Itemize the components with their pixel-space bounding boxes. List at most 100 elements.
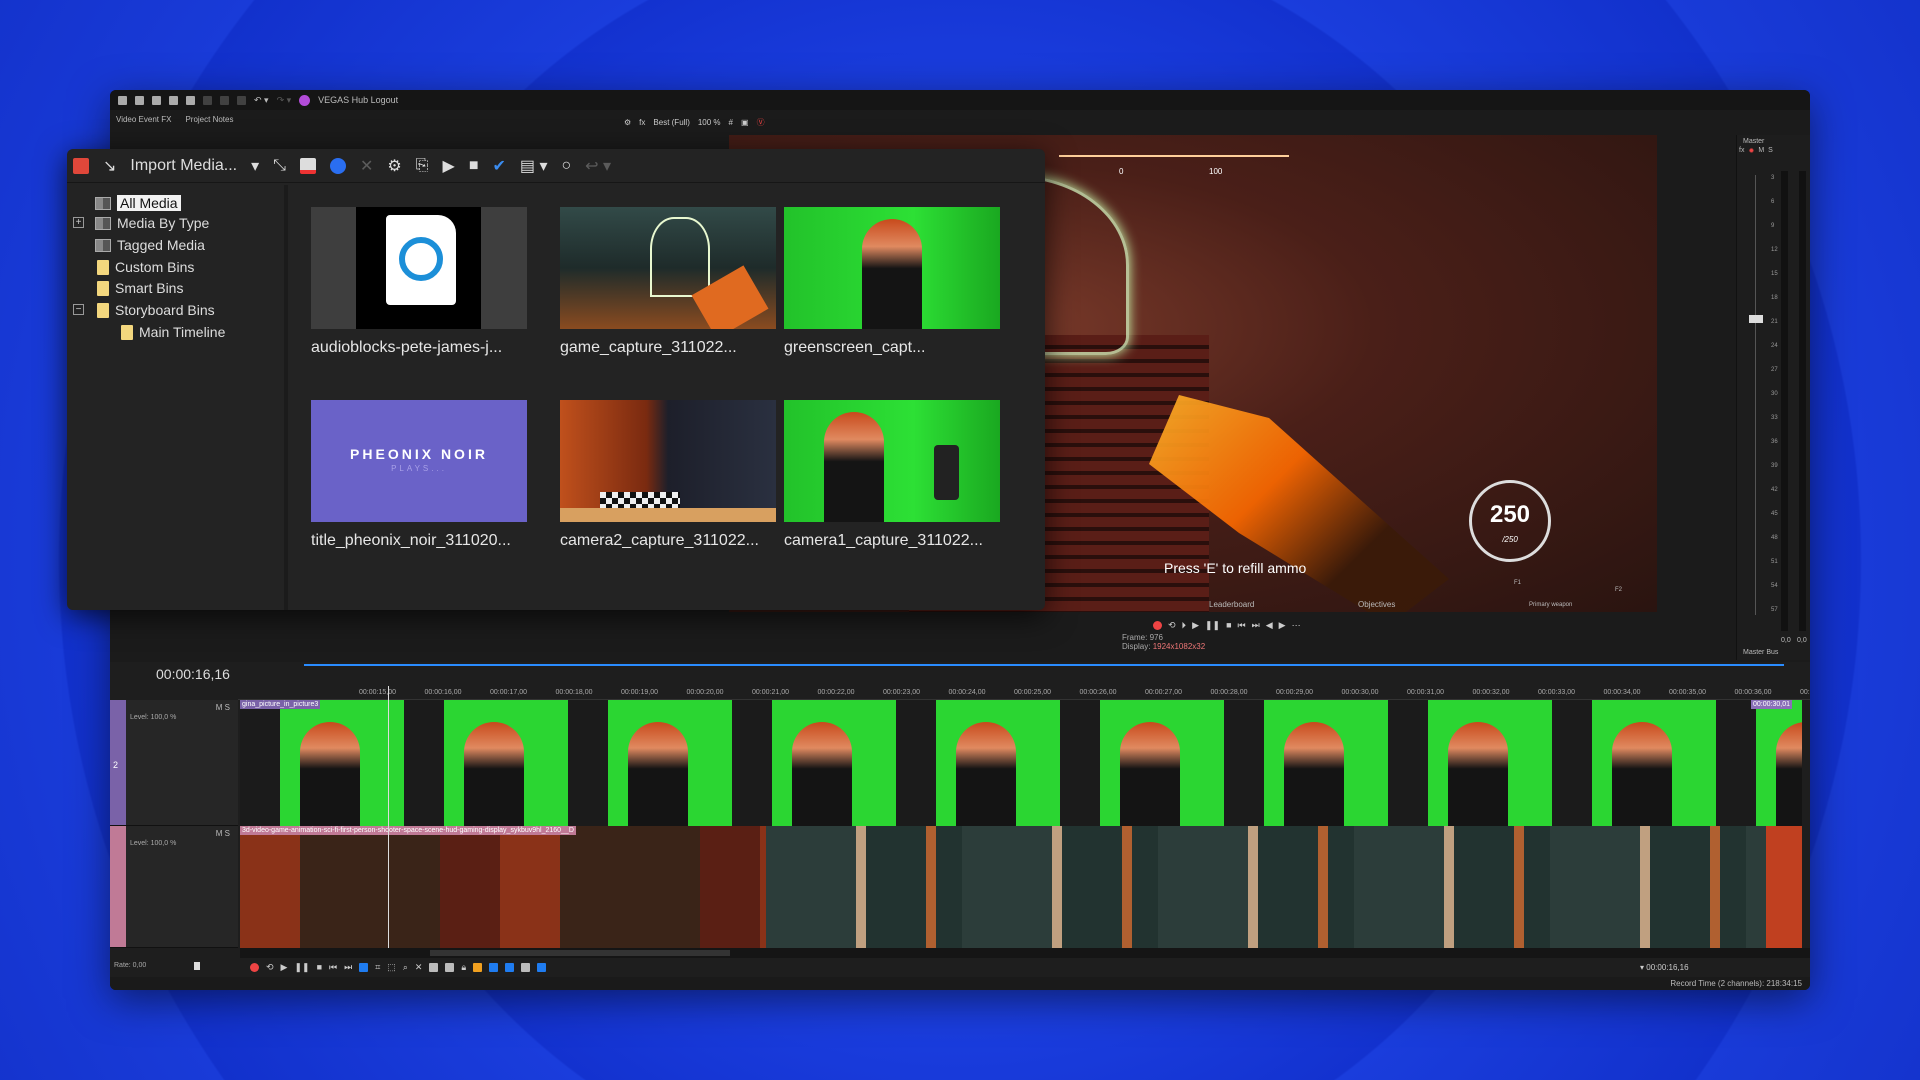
stop-icon[interactable]: ■ xyxy=(469,157,479,175)
go-start-icon[interactable]: ⏮ xyxy=(329,962,337,973)
gear-icon[interactable]: ⚙ xyxy=(387,156,401,176)
mute-button[interactable]: M xyxy=(1758,147,1764,155)
media-fx-icon[interactable]: ⎘ xyxy=(416,157,429,175)
media-thumb-title[interactable]: PHEONIX NOIR PLAYS... xyxy=(311,400,527,522)
envelope-tool-icon[interactable]: ⌗ xyxy=(375,962,380,973)
stop-icon[interactable]: ■ xyxy=(1226,620,1231,630)
solo-button[interactable]: S xyxy=(225,829,230,838)
tree-item-media-by-type[interactable]: Media By Type xyxy=(95,213,209,233)
group-icon[interactable] xyxy=(537,963,546,972)
loop-region[interactable] xyxy=(304,664,1784,666)
solo-button[interactable]: S xyxy=(225,703,230,712)
loop-icon[interactable]: ⟲ xyxy=(266,962,274,973)
tree-item-main-timeline[interactable]: Main Timeline xyxy=(121,322,225,342)
mute-solo[interactable]: M S xyxy=(216,703,230,712)
save-icon[interactable] xyxy=(152,96,161,105)
mute-button[interactable]: M xyxy=(216,703,223,712)
go-end-icon[interactable]: ⏭ xyxy=(1252,620,1260,631)
media-thumb-greenscreen[interactable] xyxy=(784,207,1000,329)
delete-icon[interactable]: ✕ xyxy=(415,962,423,973)
auto-preview-icon[interactable]: ✔ xyxy=(493,156,506,176)
tree-item-custom-bins[interactable]: Custom Bins xyxy=(97,257,194,277)
media-label[interactable]: camera2_capture_311022... xyxy=(560,532,759,550)
tree-item-tagged-media[interactable]: Tagged Media xyxy=(95,235,205,255)
timeline-ruler[interactable]: 00:00:15,0000:00:16,0000:00:17,0000:00:1… xyxy=(238,686,1810,700)
media-label[interactable]: greenscreen_capt... xyxy=(784,339,925,357)
normal-edit-tool-icon[interactable] xyxy=(359,963,368,972)
snap-icon[interactable] xyxy=(489,963,498,972)
pause-icon[interactable]: ❚❚ xyxy=(294,962,309,973)
snapshot-icon[interactable]: ▣ xyxy=(741,118,749,127)
mute-button[interactable]: M xyxy=(216,829,223,838)
import-icon[interactable]: ↘ xyxy=(103,156,116,176)
media-thumb-camera1[interactable] xyxy=(784,400,1000,522)
record-button[interactable] xyxy=(1153,621,1162,630)
play-icon[interactable]: ▶ xyxy=(281,962,288,973)
playhead[interactable] xyxy=(388,686,389,948)
redo-icon[interactable]: ↷ ▾ xyxy=(277,95,292,106)
import-media-button[interactable]: Import Media... xyxy=(130,157,237,175)
media-thumb-game-capture[interactable] xyxy=(560,207,776,329)
pause-icon[interactable]: ❚❚ xyxy=(1205,620,1220,631)
open-icon[interactable] xyxy=(135,96,144,105)
next-frame-icon[interactable]: ▶ xyxy=(1279,620,1286,631)
media-thumb-audioblocks[interactable] xyxy=(311,207,527,329)
record-button[interactable] xyxy=(250,963,259,972)
gear-icon[interactable] xyxy=(186,96,195,105)
tab-video-event-fx[interactable]: Video Event FX xyxy=(116,115,171,124)
cut-icon[interactable] xyxy=(203,96,212,105)
video-clip-game[interactable]: 3d-video-game-animation-sci-fi-first-per… xyxy=(240,826,1802,948)
media-label[interactable]: game_capture_311022... xyxy=(560,339,737,357)
tree-item-storyboard-bins[interactable]: Storyboard Bins xyxy=(97,300,215,320)
undo-icon[interactable]: ↩ ▾ xyxy=(585,156,611,176)
fx-button[interactable]: fx xyxy=(1739,147,1744,155)
volume-fader[interactable] xyxy=(1749,315,1763,323)
go-start-icon[interactable]: ⏮ xyxy=(1238,620,1246,631)
video-clip-greenscreen[interactable]: gina_picture_in_picture3 00:00:30,01 xyxy=(240,700,1802,826)
collapse-icon[interactable]: − xyxy=(73,304,84,315)
play-icon[interactable]: ▶ xyxy=(1192,620,1199,631)
record-screen-icon[interactable] xyxy=(300,158,316,174)
selection-tool-icon[interactable]: ⬚ xyxy=(387,962,396,973)
media-thumb-camera2[interactable] xyxy=(560,400,776,522)
media-label[interactable]: audioblocks-pete-james-j... xyxy=(311,339,502,357)
go-end-icon[interactable]: ⏭ xyxy=(344,962,352,973)
tree-item-all-media[interactable]: All Media xyxy=(95,193,181,213)
loop-icon[interactable]: ⟲ xyxy=(1168,620,1176,631)
solo-button[interactable]: S xyxy=(1768,147,1773,155)
play-from-start-icon[interactable]: ⏵ xyxy=(1182,620,1187,631)
lock-icon[interactable]: 🔒︎ xyxy=(461,962,466,973)
zoom-tool-icon[interactable]: ⌕ xyxy=(403,962,408,973)
vegas-icon[interactable]: Ⓥ xyxy=(757,117,765,128)
ripple-icon[interactable] xyxy=(521,963,530,972)
copy-icon[interactable] xyxy=(220,96,229,105)
capture-icon[interactable]: ⤡ xyxy=(273,157,286,175)
auto-crossfade-icon[interactable] xyxy=(505,963,514,972)
undo-icon[interactable]: ↶ ▾ xyxy=(254,95,269,106)
trim-icon[interactable] xyxy=(429,963,438,972)
mute-solo[interactable]: M S xyxy=(216,829,230,838)
chevron-down-icon[interactable]: ▾ xyxy=(251,156,259,176)
export-icon[interactable] xyxy=(169,96,178,105)
more-icon[interactable]: ⋯ xyxy=(1292,620,1301,631)
split-icon[interactable] xyxy=(445,963,454,972)
search-icon[interactable]: ○ xyxy=(562,157,572,175)
prev-frame-icon[interactable]: ◀ xyxy=(1266,620,1273,631)
remove-icon[interactable]: ✕ xyxy=(360,156,373,176)
tab-project-notes[interactable]: Project Notes xyxy=(185,115,233,124)
track-level[interactable]: Level: 100,0 % xyxy=(130,714,176,721)
marker-icon[interactable] xyxy=(473,963,482,972)
rate-slider[interactable] xyxy=(194,962,200,970)
grid-icon[interactable]: # xyxy=(729,118,733,127)
project-media-icon[interactable] xyxy=(73,158,89,174)
gear-icon[interactable]: ✹ xyxy=(1748,147,1754,155)
new-icon[interactable] xyxy=(118,96,127,105)
quality-select[interactable]: Best (Full) xyxy=(653,118,689,127)
gear-icon[interactable]: ⚙ xyxy=(624,118,631,127)
view-icon[interactable]: ▤ ▾ xyxy=(520,156,548,176)
track-level[interactable]: Level: 100,0 % xyxy=(130,840,176,847)
vegas-hub-logout[interactable]: VEGAS Hub Logout xyxy=(318,95,398,105)
timeline-scrollbar[interactable] xyxy=(240,948,1810,958)
media-label[interactable]: title_pheonix_noir_311020... xyxy=(311,532,511,550)
media-label[interactable]: camera1_capture_311022... xyxy=(784,532,983,550)
